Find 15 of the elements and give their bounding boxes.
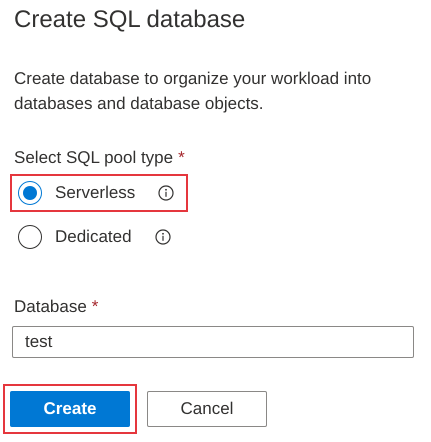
description: Create database to organize your workload into databases and database objects. <box>14 68 372 115</box>
database-field[interactable]: test <box>12 326 414 358</box>
info-icon[interactable] <box>154 229 171 245</box>
radio-button[interactable] <box>18 225 42 249</box>
create-button[interactable]: Create <box>10 391 130 427</box>
radio-label[interactable]: Dedicated <box>55 224 132 250</box>
required-asterisk: * <box>178 147 185 169</box>
field-label: Database <box>14 296 87 318</box>
field-label: Select SQL pool type <box>14 147 174 169</box>
cancel-button[interactable]: Cancel <box>147 391 267 427</box>
radio-button[interactable] <box>18 181 42 205</box>
dialog-title: Create SQL database <box>14 5 246 35</box>
info-icon[interactable] <box>158 185 174 201</box>
radio-label[interactable]: Serverless <box>55 180 136 206</box>
required-asterisk: * <box>92 296 98 318</box>
